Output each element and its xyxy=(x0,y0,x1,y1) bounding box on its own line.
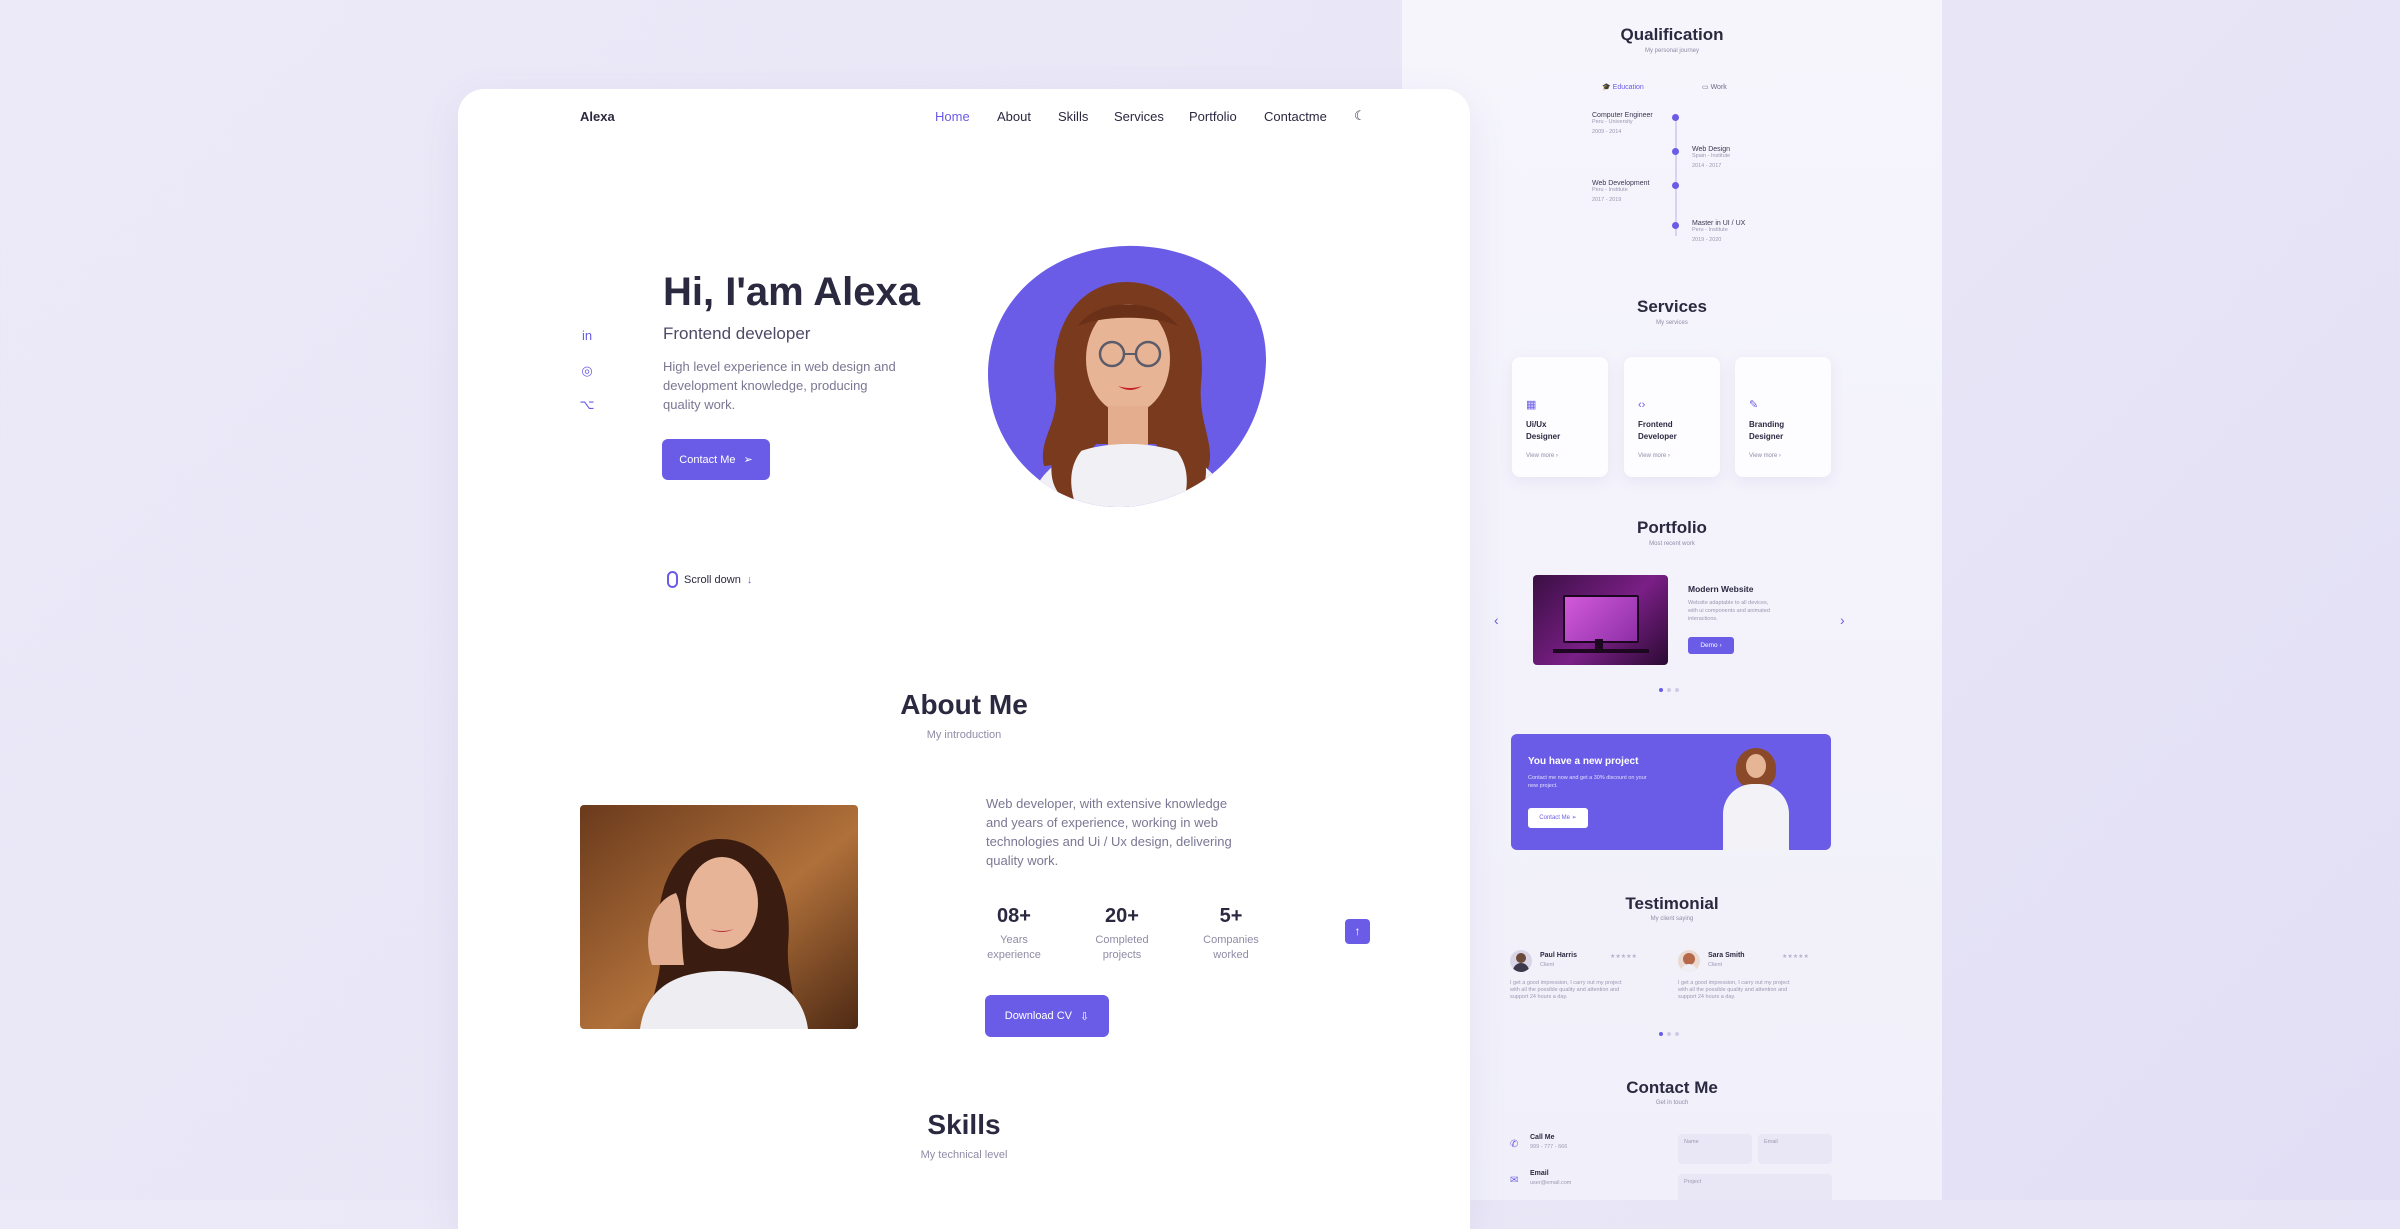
about-title: About Me xyxy=(900,689,1028,720)
portfolio-title: Portfolio xyxy=(1637,518,1707,537)
qualification-subtitle: My personal journey xyxy=(1644,48,1700,54)
portfolio-subtitle: Most recent work xyxy=(1649,541,1695,547)
hero-title: Hi, I'am Alexa xyxy=(663,270,921,314)
contact-me-button[interactable]: Contact Me ➢ xyxy=(662,439,770,480)
hero-portrait xyxy=(988,245,1267,508)
avatar xyxy=(1510,950,1532,972)
portfolio-image xyxy=(1533,575,1668,665)
github-icon[interactable]: ⌥ xyxy=(579,397,595,413)
carousel-dots[interactable] xyxy=(1657,688,1681,692)
contact-subtitle: Get in touch xyxy=(1655,1100,1689,1106)
portfolio-item-title: Modern Website xyxy=(1688,584,1754,594)
neck xyxy=(1108,406,1148,446)
timeline-item: Web Development Peru - Institute 2017 - … xyxy=(1592,180,1650,203)
briefcase-icon: ▭ xyxy=(1702,84,1709,91)
arrow-up-icon: ↑ xyxy=(1354,924,1361,938)
testimonial-title: Testimonial xyxy=(1625,894,1719,913)
nav-home[interactable]: Home xyxy=(935,109,970,124)
chevron-left-icon[interactable]: ‹ xyxy=(1494,612,1499,628)
services-title: Services xyxy=(1637,297,1707,316)
mouse-icon xyxy=(667,571,678,588)
mail-icon: ✉ xyxy=(1510,1175,1519,1186)
timeline-dot xyxy=(1672,182,1679,189)
timeline-item: Computer Engineer Peru - University 2009… xyxy=(1592,112,1653,135)
contact-email: ✉ Email user@email.com xyxy=(1510,1170,1572,1186)
download-cv-button[interactable]: Download CV ⇩ xyxy=(985,995,1109,1037)
name-field[interactable]: Name xyxy=(1678,1134,1752,1164)
contact-call: ✆ Call Me 999 - 777 - 666 xyxy=(1510,1134,1568,1150)
stat-projects-value: 20+ xyxy=(1105,905,1139,927)
view-more-link[interactable]: View more › xyxy=(1526,453,1558,459)
scroll-down[interactable]: Scroll down ↓ xyxy=(667,571,752,588)
services-subtitle: My services xyxy=(1656,320,1688,326)
face xyxy=(686,857,758,949)
chevron-right-icon[interactable]: › xyxy=(1840,612,1845,628)
hero-description: High level experience in web design and … xyxy=(663,359,896,412)
skills-subtitle: My technical level xyxy=(920,1149,1008,1161)
portfolio-item-desc: Website adaptable to all devices, with u… xyxy=(1688,600,1770,622)
portfolio-page-preview: Qualification My personal journey 🎓 Educ… xyxy=(1402,0,1942,1200)
email-field[interactable]: Email xyxy=(1758,1134,1832,1164)
timeline-item: Web Design Spain - Institute 2014 - 2017 xyxy=(1692,146,1731,169)
timeline-line xyxy=(1675,116,1677,236)
about-photo xyxy=(580,805,858,1029)
service-card[interactable]: ‹› Frontend Developer View more › xyxy=(1624,357,1720,477)
timeline-dot xyxy=(1672,114,1679,121)
tab-work[interactable]: ▭ Work xyxy=(1702,83,1727,91)
stat-companies-value: 5+ xyxy=(1219,905,1243,927)
person-shirt xyxy=(1723,784,1789,850)
banner-title: You have a new project xyxy=(1528,756,1639,767)
stat-companies-label: Companies worked xyxy=(1203,934,1259,961)
code-icon: ‹› xyxy=(1638,399,1646,411)
rating-stars: ★★★★★ xyxy=(1610,954,1637,960)
service-card[interactable]: ▦ Ui/Ux Designer View more › xyxy=(1512,357,1608,477)
contact-title: Contact Me xyxy=(1626,1078,1718,1097)
send-icon: ➢ xyxy=(743,454,753,466)
testimonial-dots[interactable] xyxy=(1657,1032,1681,1036)
nav-about[interactable]: About xyxy=(997,109,1031,124)
project-field[interactable]: Project xyxy=(1678,1174,1832,1200)
about-description: Web developer, with extensive knowledge … xyxy=(986,796,1232,868)
hero-subtitle: Frontend developer xyxy=(663,324,811,343)
nav-services[interactable]: Services xyxy=(1114,109,1164,124)
banner-desc: Contact me now and get a 30% discount on… xyxy=(1528,775,1647,789)
linkedin-icon[interactable]: in xyxy=(579,328,595,344)
arrow-down-icon: ↓ xyxy=(746,573,753,586)
new-project-banner: You have a new project Contact me now an… xyxy=(1511,734,1831,850)
download-icon: ⇩ xyxy=(1080,1010,1090,1023)
dribbble-icon[interactable]: ◎ xyxy=(579,363,595,379)
layout-icon: ▦ xyxy=(1526,399,1537,411)
testimonial-subtitle: My client saying xyxy=(1650,916,1694,922)
banner-contact-button[interactable]: Contact Me ➢ xyxy=(1528,808,1588,828)
graduation-cap-icon: 🎓 xyxy=(1602,84,1611,91)
face xyxy=(1086,304,1170,414)
moon-icon[interactable]: ☾ xyxy=(1354,108,1366,124)
logo[interactable]: Alexa xyxy=(580,109,615,124)
phone-icon: ✆ xyxy=(1510,1139,1519,1150)
skills-title: Skills xyxy=(927,1109,1001,1140)
person-face xyxy=(1746,754,1766,778)
view-more-link[interactable]: View more › xyxy=(1749,453,1781,459)
demo-button[interactable]: Demo › xyxy=(1688,637,1734,654)
scroll-up-button[interactable]: ↑ xyxy=(1345,919,1370,944)
pencil-icon: ✎ xyxy=(1749,399,1759,411)
rating-stars: ★★★★★ xyxy=(1782,954,1809,960)
stat-projects-label: Completed projects xyxy=(1095,934,1149,961)
stat-years-value: 08+ xyxy=(997,905,1031,927)
timeline-item: Master in UI / UX Peru - Institute 2019 … xyxy=(1692,220,1746,243)
tab-education[interactable]: 🎓 Education xyxy=(1602,83,1644,91)
nav-contactme[interactable]: Contactme xyxy=(1264,109,1327,124)
avatar xyxy=(1678,950,1700,972)
about-subtitle: My introduction xyxy=(926,729,1002,741)
service-card[interactable]: ✎ Branding Designer View more › xyxy=(1735,357,1831,477)
nav-skills[interactable]: Skills xyxy=(1058,109,1088,124)
timeline-dot xyxy=(1672,222,1679,229)
view-more-link[interactable]: View more › xyxy=(1638,453,1670,459)
qualification-title: Qualification xyxy=(1620,25,1724,44)
nav-portfolio[interactable]: Portfolio xyxy=(1189,109,1237,124)
portfolio-main-card: Alexa Home About Skills Services Portfol… xyxy=(458,89,1470,1229)
timeline-dot xyxy=(1672,148,1679,155)
stat-years-label: Years experience xyxy=(987,934,1041,961)
